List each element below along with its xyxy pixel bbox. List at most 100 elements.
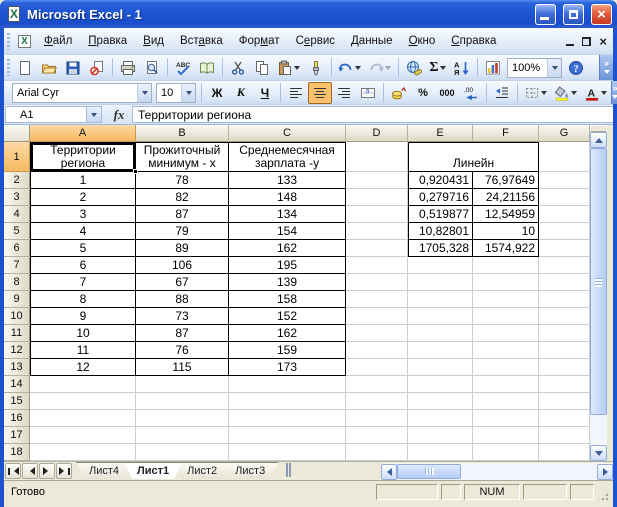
cell-B11[interactable]: 87 <box>136 325 229 342</box>
toolbar-options-button[interactable]: » <box>599 55 613 80</box>
cell-E8[interactable] <box>408 274 473 291</box>
menu-item-Формат[interactable]: Формат <box>231 31 288 51</box>
copy-button[interactable] <box>250 57 274 79</box>
cell-G5[interactable] <box>539 223 590 240</box>
cell-F9[interactable] <box>473 291 539 308</box>
vertical-scroll-track[interactable] <box>590 415 607 445</box>
cell-D1[interactable] <box>346 142 408 172</box>
col-header-D[interactable]: D <box>346 125 408 142</box>
cell-C15[interactable] <box>229 393 346 410</box>
cell-B14[interactable] <box>136 376 229 393</box>
cell-G12[interactable] <box>539 342 590 359</box>
last-sheet-button[interactable] <box>56 463 72 479</box>
cell-C2[interactable]: 133 <box>229 172 346 189</box>
formula-input[interactable]: Территории региона <box>132 106 613 123</box>
row-header-15[interactable]: 15 <box>4 393 30 410</box>
open-button[interactable] <box>37 57 61 79</box>
cell-F14[interactable] <box>473 376 539 393</box>
cell-A5[interactable]: 4 <box>30 223 136 240</box>
cell-F18[interactable] <box>473 444 539 461</box>
cell-C14[interactable] <box>229 376 346 393</box>
cell-E18[interactable] <box>408 444 473 461</box>
cell-E1[interactable]: Линейн <box>408 142 539 172</box>
menu-item-Вид[interactable]: Вид <box>135 31 172 51</box>
permission-button[interactable] <box>85 57 109 79</box>
cell-G1[interactable] <box>539 142 590 172</box>
vertical-scrollbar[interactable] <box>590 125 607 461</box>
cell-D6[interactable] <box>346 240 408 257</box>
cell-D9[interactable] <box>346 291 408 308</box>
vertical-scroll-thumb[interactable] <box>590 148 607 415</box>
cell-G14[interactable] <box>539 376 590 393</box>
cell-G15[interactable] <box>539 393 590 410</box>
cell-C1[interactable]: Среднемесячная зарплата -y <box>229 142 346 172</box>
col-header-A[interactable]: A <box>30 125 136 142</box>
thousands-button[interactable]: 000 <box>435 82 459 104</box>
cell-A13[interactable]: 12 <box>30 359 136 376</box>
col-header-G[interactable]: G <box>539 125 590 142</box>
font-color-dropdown-icon[interactable] <box>600 87 608 98</box>
spelling-button[interactable]: ABC <box>171 57 195 79</box>
cell-C16[interactable] <box>229 410 346 427</box>
close-button[interactable]: × <box>591 3 612 25</box>
cell-G17[interactable] <box>539 427 590 444</box>
font-name-combo[interactable]: Arial Cyr <box>12 82 152 103</box>
undo-dropdown-icon[interactable] <box>354 62 362 73</box>
font-size-combo[interactable]: 10 <box>156 82 196 103</box>
cell-G9[interactable] <box>539 291 590 308</box>
cell-C5[interactable]: 154 <box>229 223 346 240</box>
select-all-corner[interactable] <box>4 125 30 142</box>
cell-F10[interactable] <box>473 308 539 325</box>
align-right-button[interactable] <box>332 82 356 104</box>
cell-F12[interactable] <box>473 342 539 359</box>
toolbar-options-button-2[interactable]: » <box>611 81 617 104</box>
borders-dropdown-icon[interactable] <box>540 87 548 98</box>
chart-wizard-button[interactable] <box>481 57 505 79</box>
cell-B8[interactable]: 67 <box>136 274 229 291</box>
cell-A9[interactable]: 8 <box>30 291 136 308</box>
italic-button[interactable]: К <box>229 82 253 104</box>
insert-function-icon[interactable]: fx <box>106 105 132 124</box>
cell-C3[interactable]: 148 <box>229 189 346 206</box>
fill-handle[interactable] <box>133 169 138 174</box>
cell-C18[interactable] <box>229 444 346 461</box>
row-header-8[interactable]: 8 <box>4 274 30 291</box>
first-sheet-button[interactable] <box>5 463 21 479</box>
horizontal-scrollbar[interactable] <box>381 463 613 480</box>
cell-F6[interactable]: 1574,922 <box>473 240 539 257</box>
workbook-minimize-icon[interactable] <box>566 43 575 46</box>
zoom-combo[interactable]: 100% <box>507 57 562 78</box>
scroll-up-button[interactable] <box>590 132 607 148</box>
decrease-indent-button[interactable] <box>490 82 514 104</box>
cell-D8[interactable] <box>346 274 408 291</box>
cell-A15[interactable] <box>30 393 136 410</box>
cell-F4[interactable]: 12,54959 <box>473 206 539 223</box>
cell-F8[interactable] <box>473 274 539 291</box>
font-name-dropdown-icon[interactable] <box>137 83 151 102</box>
font-size-dropdown-icon[interactable] <box>181 83 195 102</box>
cell-F17[interactable] <box>473 427 539 444</box>
menu-item-Файл[interactable]: Файл <box>36 31 80 51</box>
cell-E11[interactable] <box>408 325 473 342</box>
font-color-button[interactable]: А <box>581 82 611 104</box>
cell-E14[interactable] <box>408 376 473 393</box>
cell-F2[interactable]: 76,97649 <box>473 172 539 189</box>
cell-F3[interactable]: 24,21156 <box>473 189 539 206</box>
cell-B6[interactable]: 89 <box>136 240 229 257</box>
workbook-close-icon[interactable]: × <box>599 35 607 48</box>
row-header-7[interactable]: 7 <box>4 257 30 274</box>
autosum-dropdown-icon[interactable] <box>439 62 447 73</box>
increase-decimal-button[interactable]: ,00 <box>459 82 483 104</box>
cell-E13[interactable] <box>408 359 473 376</box>
cell-E2[interactable]: 0,920431 <box>408 172 473 189</box>
sheet-tab-Лист4[interactable]: Лист4 <box>76 462 132 479</box>
help-button[interactable]: ? <box>564 57 588 79</box>
standard-toolbar-grip-handle[interactable] <box>7 59 10 76</box>
cell-D14[interactable] <box>346 376 408 393</box>
cell-C9[interactable]: 158 <box>229 291 346 308</box>
sheet-tab-Лист1[interactable]: Лист1 <box>124 462 182 479</box>
split-handle[interactable] <box>590 125 607 132</box>
paste-dropdown-icon[interactable] <box>293 62 301 73</box>
cell-C8[interactable]: 139 <box>229 274 346 291</box>
new-document-button[interactable] <box>13 57 37 79</box>
